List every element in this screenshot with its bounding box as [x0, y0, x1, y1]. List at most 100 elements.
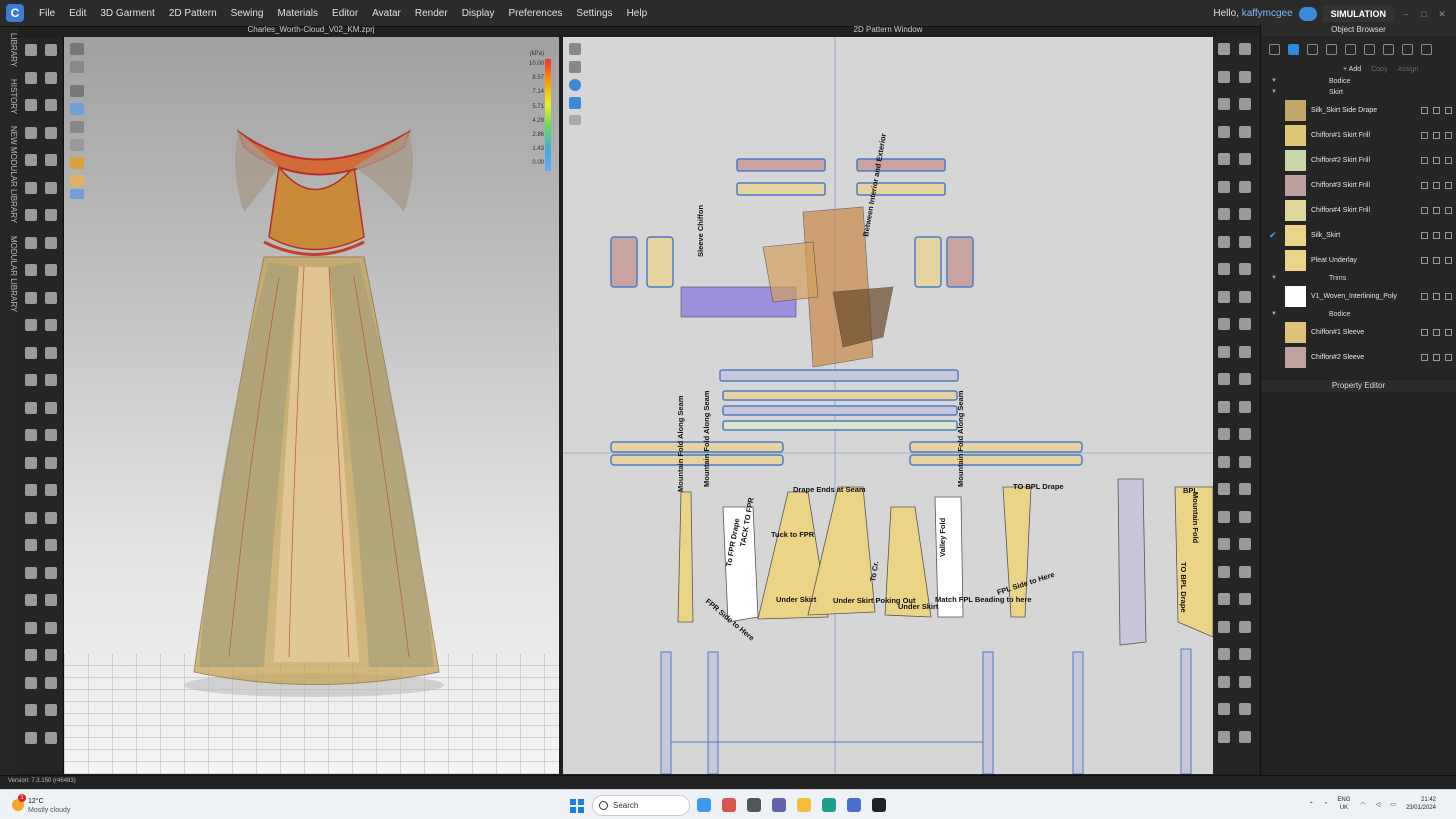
clo-app-icon[interactable]: [847, 798, 861, 812]
apply-icon[interactable]: [1421, 293, 1428, 300]
taskbar-search[interactable]: Search: [592, 795, 690, 816]
wifi-icon[interactable]: ◠: [1360, 801, 1365, 808]
copilot-icon[interactable]: [697, 798, 711, 812]
delete-icon[interactable]: [1445, 132, 1452, 139]
tool-icon[interactable]: [45, 539, 57, 551]
fabric-swatch[interactable]: [1285, 150, 1306, 171]
tool-icon[interactable]: [45, 99, 57, 111]
tool-icon[interactable]: [1218, 703, 1230, 715]
fabric-item[interactable]: ✔ Silk_Skirt: [1261, 223, 1456, 248]
teams-icon[interactable]: [772, 798, 786, 812]
fabric-item[interactable]: Chiffon#4 Skirt Frill: [1261, 198, 1456, 223]
clock[interactable]: 21:42 23/01/2024: [1406, 796, 1436, 812]
apply-icon[interactable]: [1421, 157, 1428, 164]
tool-icon[interactable]: [25, 291, 37, 304]
tool-icon[interactable]: [45, 126, 57, 139]
apply-icon[interactable]: [1421, 257, 1428, 264]
tool-icon[interactable]: [1239, 318, 1251, 330]
menu-preferences[interactable]: Preferences: [502, 8, 570, 19]
tool-icon[interactable]: [1218, 263, 1230, 275]
tool-icon[interactable]: [1239, 373, 1251, 385]
start-icon[interactable]: [570, 799, 584, 813]
menu-render[interactable]: Render: [408, 8, 455, 19]
close-icon[interactable]: ✕: [1436, 9, 1448, 19]
tool-icon[interactable]: [1239, 43, 1251, 55]
tool-icon[interactable]: [45, 511, 57, 524]
tab-history[interactable]: HISTORY: [0, 73, 18, 120]
app-logo-icon[interactable]: C: [6, 4, 24, 22]
tool-icon[interactable]: [45, 401, 57, 414]
menu-materials[interactable]: Materials: [270, 8, 325, 19]
chevron-up-icon[interactable]: ⌃: [1309, 801, 1314, 808]
tool-icon[interactable]: [1218, 620, 1230, 633]
tool-icon[interactable]: [1218, 98, 1230, 110]
delete-icon[interactable]: [1445, 182, 1452, 189]
tool-icon[interactable]: [45, 181, 57, 194]
group-header[interactable]: ▼ Skirt: [1261, 87, 1456, 98]
tool-icon[interactable]: [1218, 648, 1230, 660]
tool-icon[interactable]: [45, 374, 57, 386]
terminal-icon[interactable]: [872, 798, 886, 812]
tool-icon[interactable]: [1239, 208, 1251, 220]
tool-icon[interactable]: [1239, 400, 1251, 413]
tool-icon[interactable]: [45, 264, 57, 276]
tool-icon[interactable]: [1218, 675, 1230, 688]
tool-icon[interactable]: [25, 319, 37, 331]
maximize-icon[interactable]: □: [1418, 9, 1430, 19]
tool-icon[interactable]: [25, 154, 37, 166]
tool-icon[interactable]: [25, 264, 37, 276]
menu-editor[interactable]: Editor: [325, 8, 365, 19]
tool-icon[interactable]: [45, 676, 57, 689]
delete-icon[interactable]: [1445, 257, 1452, 264]
group-header[interactable]: ▼ Bodice: [1261, 309, 1456, 320]
tool-icon[interactable]: [25, 511, 37, 524]
group-header[interactable]: ▼ Bodice: [1261, 76, 1456, 87]
tool-icon[interactable]: [45, 594, 57, 606]
tool-icon[interactable]: [25, 484, 37, 496]
copy-icon[interactable]: [1433, 107, 1440, 114]
language-indicator[interactable]: ENG UK: [1337, 796, 1350, 812]
delete-icon[interactable]: [1445, 107, 1452, 114]
tool-icon[interactable]: [45, 71, 57, 84]
tool-icon[interactable]: [1239, 675, 1251, 688]
menu-edit[interactable]: Edit: [62, 8, 93, 19]
fabric-swatch[interactable]: [1285, 200, 1306, 221]
fabric-swatch[interactable]: [1285, 225, 1306, 246]
line-view-icon[interactable]: [1345, 43, 1356, 55]
weather-widget[interactable]: 1 12°C Mostly cloudy: [12, 794, 70, 815]
tool-icon[interactable]: [1218, 125, 1230, 138]
volume-icon[interactable]: ◁: [1376, 801, 1381, 808]
tool-icon[interactable]: [45, 621, 57, 634]
tool-icon[interactable]: [25, 401, 37, 414]
tool-icon[interactable]: [1239, 565, 1251, 578]
fabric-item[interactable]: Chiffon#1 Sleeve: [1261, 320, 1456, 345]
tool-icon[interactable]: [25, 539, 37, 551]
fabric-swatch[interactable]: [1285, 250, 1306, 271]
tool-icon[interactable]: [1218, 455, 1230, 468]
tool-icon[interactable]: [25, 346, 37, 359]
menu-file[interactable]: File: [32, 8, 62, 19]
tool-icon[interactable]: [1239, 620, 1251, 633]
tool-icon[interactable]: [25, 374, 37, 386]
tool-icon[interactable]: [1218, 235, 1230, 248]
tool-icon[interactable]: [25, 594, 37, 606]
assign-button[interactable]: Assign: [1397, 66, 1418, 73]
tool-icon[interactable]: [1218, 153, 1230, 165]
3d-garment-window[interactable]: (kPa) 10.00 8.57 7.14 5.71 4.29 2.86 1.43 0.00: [63, 37, 559, 774]
delete-icon[interactable]: [1445, 157, 1452, 164]
simulation-mode-button[interactable]: SIMULATION: [1322, 5, 1394, 22]
tool-icon[interactable]: [45, 209, 57, 221]
delete-icon[interactable]: [1445, 232, 1452, 239]
tool-icon[interactable]: [1239, 483, 1251, 495]
expand-icon[interactable]: ▼: [1271, 273, 1277, 284]
copy-icon[interactable]: [1433, 257, 1440, 264]
fabric-view-icon[interactable]: [1288, 43, 1299, 55]
tool-icon[interactable]: [1239, 593, 1251, 605]
tab-library[interactable]: LIBRARY: [0, 27, 18, 73]
tool-icon[interactable]: [25, 71, 37, 84]
apply-icon[interactable]: [1421, 207, 1428, 214]
tool-icon[interactable]: [25, 209, 37, 221]
delete-icon[interactable]: [1445, 354, 1452, 361]
pattern-canvas[interactable]: Between Interior and Exterior Sleeve Chi…: [563, 37, 1213, 774]
tool-icon[interactable]: [25, 429, 37, 441]
